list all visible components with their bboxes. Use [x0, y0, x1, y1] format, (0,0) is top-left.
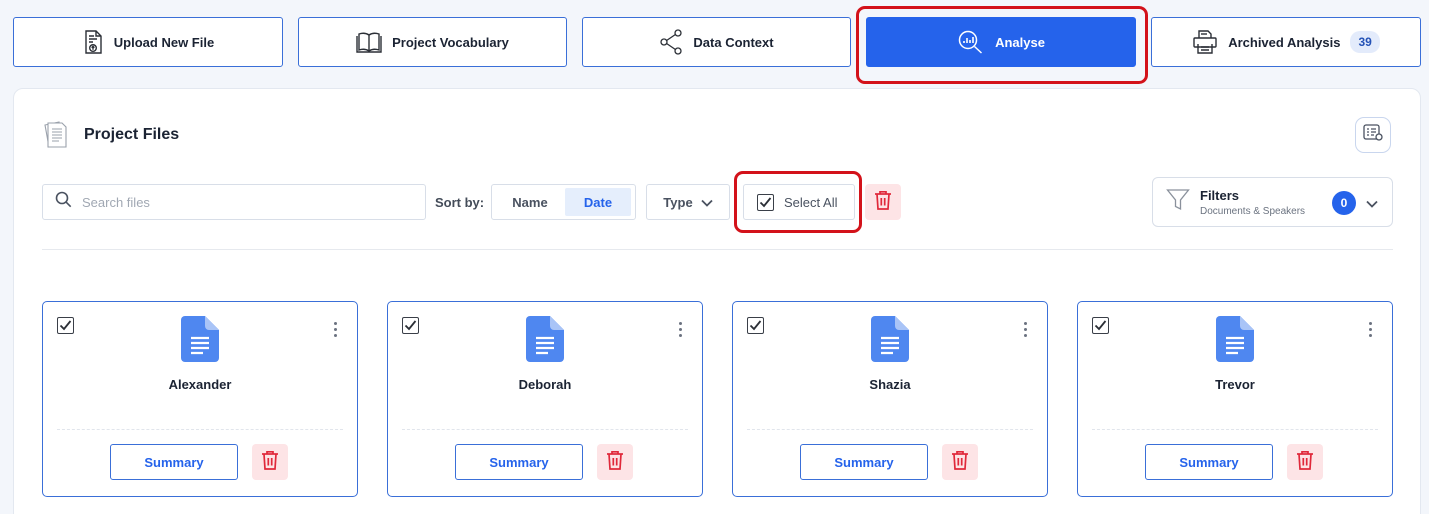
delete-file-button[interactable]: [597, 444, 633, 480]
select-all-label: Select All: [784, 194, 838, 210]
book-icon: [356, 31, 382, 53]
trash-icon: [874, 190, 892, 215]
analyse-button[interactable]: Analyse: [866, 17, 1136, 67]
trash-icon: [951, 450, 969, 475]
archived-count-badge: 39: [1350, 31, 1380, 53]
document-icon: [871, 316, 909, 367]
files-stack-icon: [42, 119, 72, 156]
data-context-label: Data Context: [693, 34, 774, 50]
upload-new-file-button[interactable]: Upload New File: [13, 17, 283, 67]
filters-title: Filters: [1200, 187, 1240, 203]
top-navigation: Upload New File Project Vocabulary Data …: [0, 0, 1429, 84]
file-name: Deborah: [518, 377, 572, 392]
more-options-icon[interactable]: [334, 322, 337, 337]
page-title: Project Files: [84, 126, 180, 143]
document-icon: [1216, 316, 1254, 367]
file-card[interactable]: Shazia Summary: [732, 301, 1048, 497]
project-files-panel: Project Files Sort by: Name Date Type: [13, 88, 1421, 514]
file-name: Shazia: [869, 377, 911, 392]
sort-name-option[interactable]: Name: [495, 188, 565, 216]
project-vocabulary-button[interactable]: Project Vocabulary: [298, 17, 567, 67]
card-divider: [747, 429, 1033, 430]
summary-button[interactable]: Summary: [1145, 444, 1273, 480]
delete-selected-button[interactable]: [865, 184, 901, 220]
trash-icon: [606, 450, 624, 475]
select-all-button[interactable]: Select All: [743, 184, 855, 220]
sort-by-label: Sort by:: [435, 195, 485, 210]
project-vocabulary-label: Project Vocabulary: [392, 34, 509, 50]
chevron-down-icon: [701, 195, 713, 210]
delete-file-button[interactable]: [252, 444, 288, 480]
analyse-label: Analyse: [995, 34, 1045, 50]
printer-archive-icon: [1192, 29, 1218, 55]
filters-count-badge: 0: [1332, 191, 1356, 215]
card-divider: [57, 429, 343, 430]
sort-date-option[interactable]: Date: [565, 188, 631, 216]
trash-icon: [261, 450, 279, 475]
archived-analysis-button[interactable]: Archived Analysis 39: [1151, 17, 1421, 67]
file-card[interactable]: Deborah Summary: [387, 301, 703, 497]
data-context-button[interactable]: Data Context: [582, 17, 851, 67]
funnel-icon: [1166, 188, 1190, 217]
type-label: Type: [663, 194, 693, 210]
upload-new-file-label: Upload New File: [113, 34, 215, 50]
more-options-icon[interactable]: [1369, 322, 1372, 337]
summary-button[interactable]: Summary: [110, 444, 238, 480]
analyse-search-icon: [957, 29, 985, 55]
card-divider: [402, 429, 688, 430]
card-divider: [1092, 429, 1378, 430]
archived-analysis-label: Archived Analysis: [1228, 34, 1341, 50]
more-options-icon[interactable]: [679, 322, 682, 337]
summary-button[interactable]: Summary: [800, 444, 928, 480]
delete-file-button[interactable]: [942, 444, 978, 480]
type-dropdown[interactable]: Type: [646, 184, 730, 220]
file-card[interactable]: Alexander Summary: [42, 301, 358, 497]
summary-button[interactable]: Summary: [455, 444, 583, 480]
search-icon: [55, 191, 72, 213]
layout-toggle-button[interactable]: [1355, 117, 1391, 153]
sort-toggle: Name Date: [491, 184, 636, 220]
select-all-checkbox[interactable]: [757, 193, 774, 211]
file-name: Trevor: [1215, 377, 1255, 392]
trash-icon: [1296, 450, 1314, 475]
more-options-icon[interactable]: [1024, 322, 1027, 337]
filters-subtitle: Documents & Speakers: [1200, 205, 1306, 217]
file-checkbox[interactable]: [1092, 317, 1109, 334]
delete-file-button[interactable]: [1287, 444, 1323, 480]
file-checkbox[interactable]: [57, 317, 74, 334]
document-icon: [526, 316, 564, 367]
layout-icon: [1363, 123, 1383, 147]
filters-dropdown[interactable]: Filters Documents & Speakers 0: [1152, 177, 1393, 227]
divider: [42, 249, 1393, 250]
chevron-down-icon: [1366, 195, 1378, 213]
search-box: [42, 184, 426, 220]
search-input[interactable]: [82, 194, 402, 210]
file-upload-icon: [82, 30, 104, 54]
file-checkbox[interactable]: [402, 317, 419, 334]
file-card[interactable]: Trevor Summary: [1077, 301, 1393, 497]
file-name: Alexander: [168, 377, 232, 392]
share-icon: [659, 29, 683, 55]
file-checkbox[interactable]: [747, 317, 764, 334]
document-icon: [181, 316, 219, 367]
